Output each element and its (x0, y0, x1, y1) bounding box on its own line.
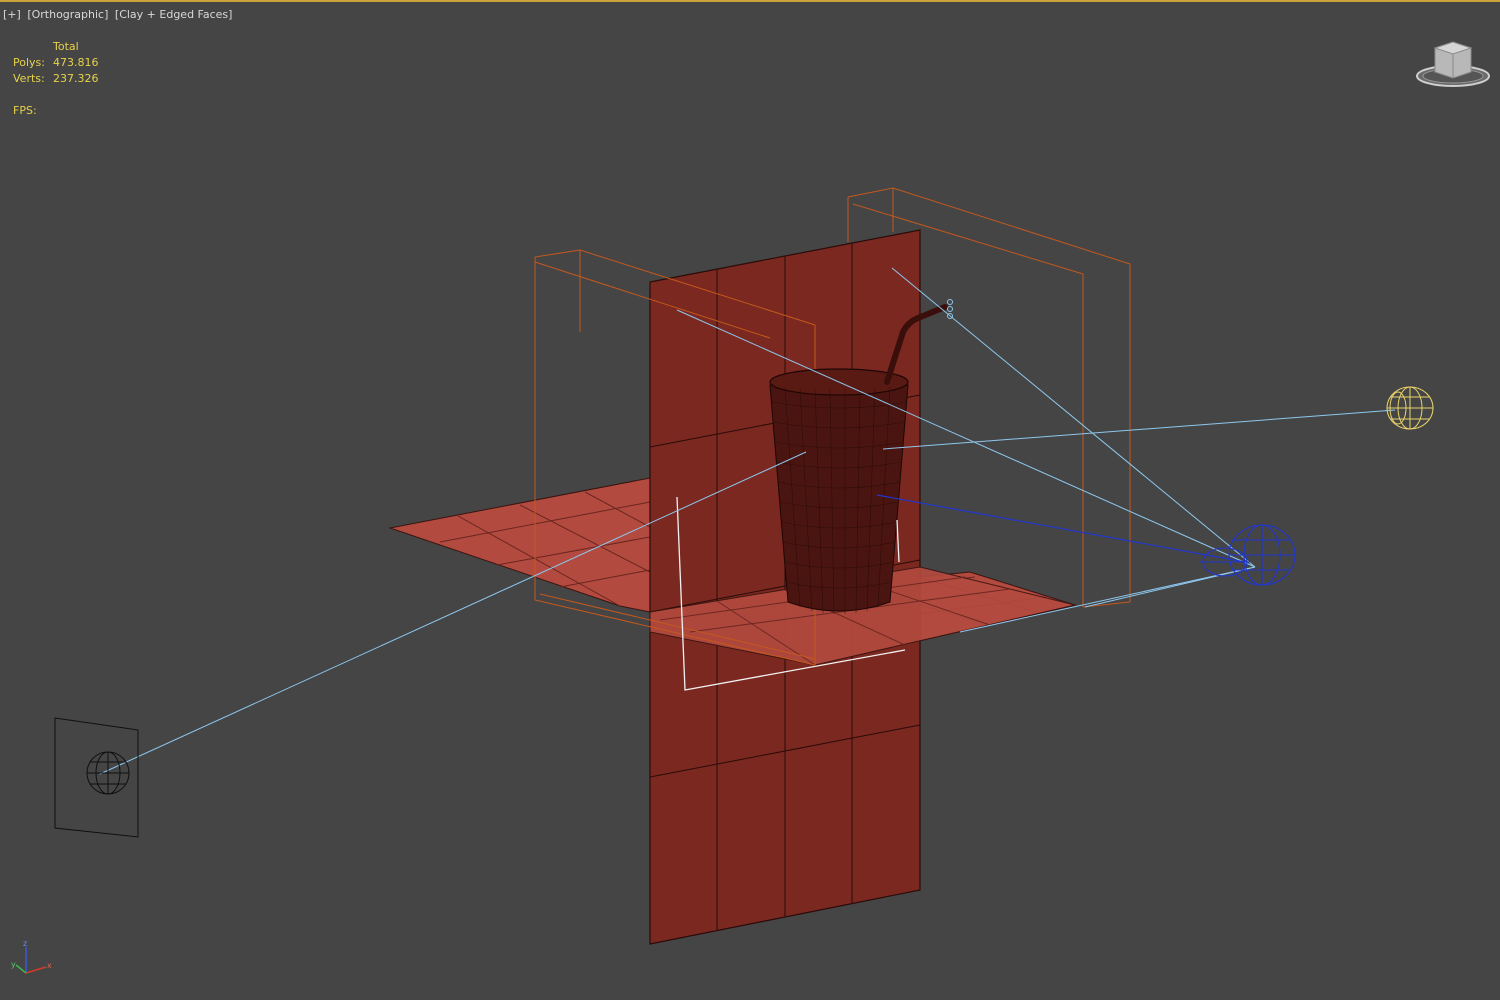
axis-tripod-icon: z x y (11, 939, 52, 974)
svg-text:x: x (47, 961, 52, 970)
svg-text:z: z (23, 939, 27, 948)
left-light[interactable] (54, 717, 139, 838)
selected-light-target-line (876, 494, 1246, 563)
viewport-orthographic[interactable]: [+] [Orthographic] [Clay + Edged Faces] … (0, 0, 1500, 1000)
scene-canvas[interactable] (0, 2, 1500, 1000)
svg-text:y: y (11, 960, 16, 969)
viewcube-icon[interactable] (1410, 38, 1492, 94)
yellow-light[interactable] (1386, 386, 1434, 430)
